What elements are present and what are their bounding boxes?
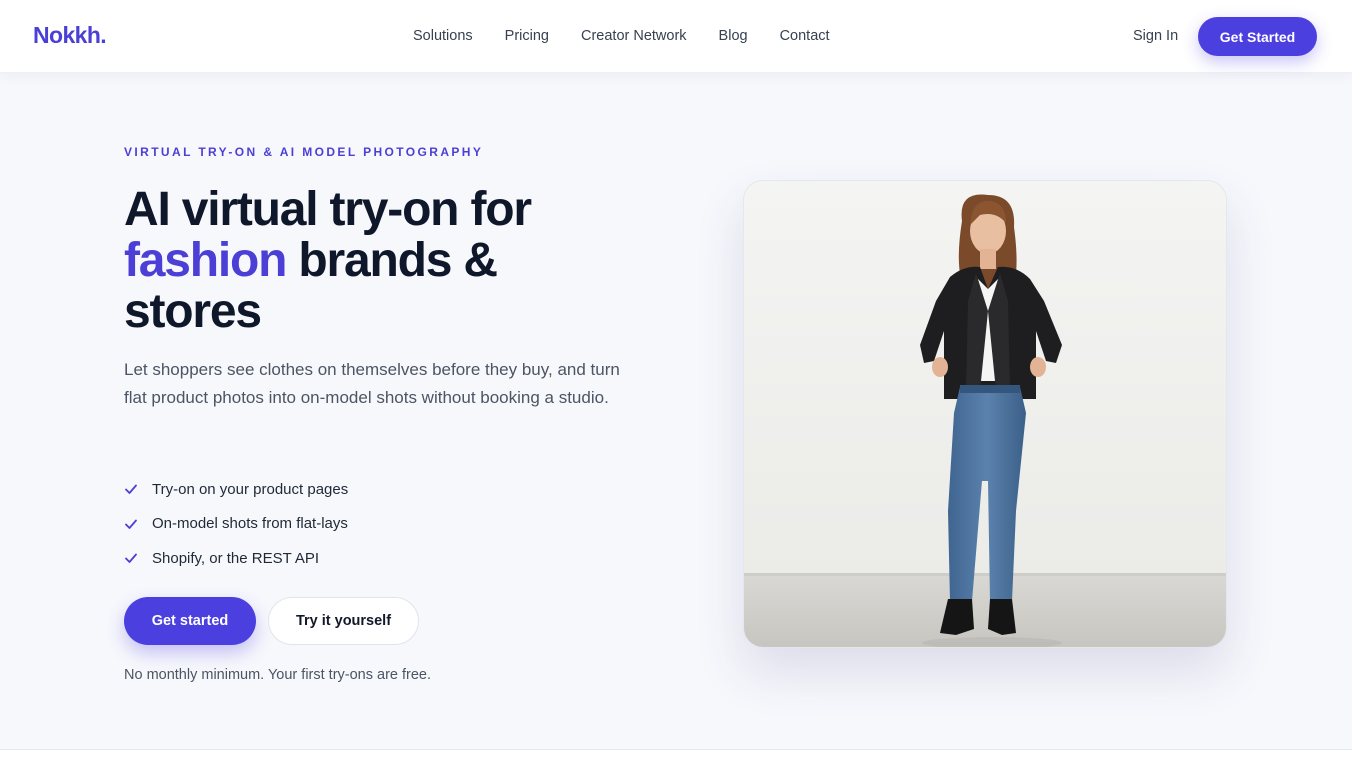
nav-contact[interactable]: Contact (780, 28, 830, 44)
hero-model-photo (743, 180, 1227, 648)
headline-accent: fashion (124, 234, 287, 287)
headline-part-2: brands & (298, 234, 498, 287)
sign-in-link[interactable]: Sign In (1133, 28, 1178, 44)
main-nav: Solutions Pricing Creator Network Blog C… (413, 28, 862, 44)
try-it-yourself-button[interactable]: Try it yourself (268, 597, 419, 645)
get-started-header-button[interactable]: Get Started (1198, 17, 1317, 56)
feature-label: Shopify, or the REST API (152, 549, 320, 567)
check-icon (124, 517, 138, 531)
logo[interactable]: Nokkh. (33, 22, 107, 49)
feature-item: On-model shots from flat-lays (124, 507, 348, 542)
hero-headline: AI virtual try-on for fashion brands & s… (124, 184, 644, 337)
headline-part-3: stores (124, 285, 262, 338)
feature-item: Shopify, or the REST API (124, 541, 348, 576)
feature-list: Try-on on your product pages On-model sh… (124, 472, 348, 576)
hero-subtext: Let shoppers see clothes on themselves b… (124, 360, 620, 407)
feature-item: Try-on on your product pages (124, 472, 348, 507)
next-section (0, 750, 1352, 760)
get-started-button[interactable]: Get started (124, 597, 256, 645)
pricing-note: No monthly minimum. Your first try-ons a… (124, 667, 432, 683)
nav-pricing[interactable]: Pricing (505, 28, 549, 44)
check-icon (124, 482, 138, 496)
headline-part-1: AI virtual try-on for (124, 183, 532, 236)
nav-blog[interactable]: Blog (719, 28, 748, 44)
site-header: Nokkh. Solutions Pricing Creator Network… (0, 0, 1352, 73)
nav-creator-network[interactable]: Creator Network (581, 28, 687, 44)
nav-solutions[interactable]: Solutions (413, 28, 473, 44)
feature-label: Try-on on your product pages (152, 480, 349, 498)
hero-eyebrow: VIRTUAL TRY-ON & AI MODEL PHOTOGRAPHY (124, 145, 484, 159)
check-icon (124, 551, 138, 565)
feature-label: On-model shots from flat-lays (152, 515, 348, 533)
